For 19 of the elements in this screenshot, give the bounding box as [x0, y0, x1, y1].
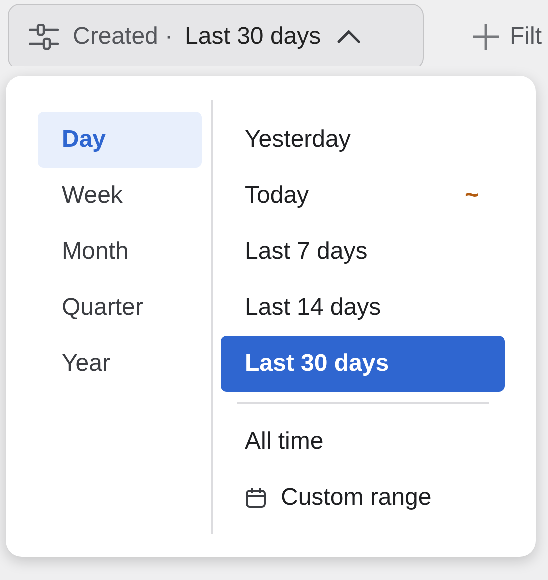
range-option[interactable]: Last 7 days [221, 224, 505, 280]
range-option[interactable]: Yesterday [221, 112, 505, 168]
tilde-mark: ~ [464, 182, 480, 210]
range-option[interactable]: Last 30 days [221, 336, 505, 392]
period-option[interactable]: Week [38, 168, 202, 224]
period-option[interactable]: Month [38, 224, 202, 280]
period-option[interactable]: Day [38, 112, 202, 168]
add-filter-button[interactable]: Filt [472, 22, 542, 50]
period-option[interactable]: Quarter [38, 280, 202, 336]
all-time-option[interactable]: All time [221, 414, 505, 470]
custom-range-option[interactable]: Custom range [221, 470, 505, 526]
caret-icon [337, 30, 362, 44]
calendar-icon [245, 487, 267, 509]
plus-icon [472, 22, 500, 50]
sliders-icon [29, 24, 59, 50]
range-option[interactable]: Today ~ [221, 168, 505, 224]
date-filter-button[interactable]: Created · Last 30 days [8, 4, 424, 66]
range-option[interactable]: Last 14 days [221, 280, 505, 336]
period-option[interactable]: Year [38, 336, 202, 392]
